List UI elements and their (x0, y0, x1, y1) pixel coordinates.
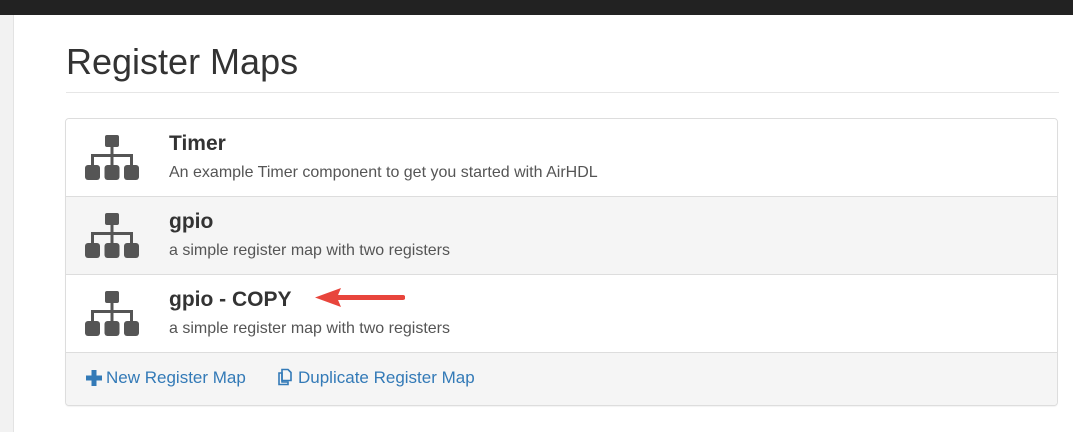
register-map-item-gpio-copy[interactable]: gpio - COPY a simple register map with t… (66, 275, 1057, 353)
map-name: gpio - COPY (169, 288, 292, 311)
panel-footer: New Register Map Duplicate Register Map (66, 353, 1057, 405)
sitemap-icon (85, 135, 139, 180)
sitemap-icon (85, 213, 139, 258)
sitemap-icon (85, 291, 139, 336)
plus-icon (86, 370, 102, 386)
register-map-list: Timer An example Timer component to get … (65, 118, 1058, 406)
duplicate-register-map-label: Duplicate Register Map (298, 368, 475, 387)
top-navbar (0, 0, 1073, 15)
new-register-map-link[interactable]: New Register Map (86, 367, 246, 389)
title-divider (66, 92, 1059, 93)
red-arrow-icon (315, 288, 405, 307)
duplicate-register-map-link[interactable]: Duplicate Register Map (276, 367, 475, 389)
map-description: a simple register map with two registers (169, 242, 450, 259)
copy-icon (278, 368, 292, 386)
register-map-item-timer[interactable]: Timer An example Timer component to get … (66, 119, 1057, 197)
map-name: gpio (169, 210, 214, 233)
register-map-item-gpio[interactable]: gpio a simple register map with two regi… (66, 197, 1057, 275)
map-description: An example Timer component to get you st… (169, 164, 598, 181)
left-sidebar-edge (0, 15, 14, 432)
map-description: a simple register map with two registers (169, 320, 450, 337)
map-name: Timer (169, 132, 226, 155)
new-register-map-label: New Register Map (106, 368, 246, 387)
page-title: Register Maps (66, 41, 299, 82)
